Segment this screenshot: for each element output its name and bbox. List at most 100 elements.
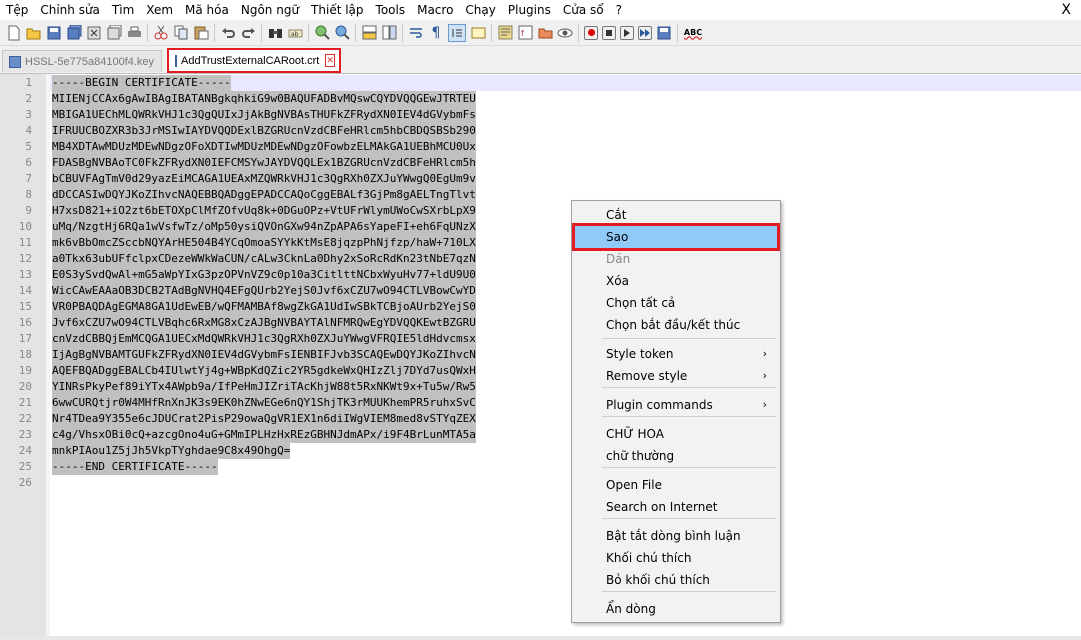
editor-line[interactable]: 10 uMq/NzgtHj6RQa1wVsfwTz/oMp50ysiQVOnGXw… [0, 219, 1081, 235]
menu-settings[interactable]: Thiết lập [305, 0, 369, 20]
ctx-item-block-uncomment[interactable]: Bỏ khối chú thích [575, 569, 777, 591]
ctx-item-style-token[interactable]: Style token › [575, 343, 777, 365]
ctx-item-label: Xóa [606, 274, 629, 288]
editor-line[interactable]: 15 VR0PBAQDAgEGMA8GA1UdEwEB/wQFMAMBAf8wgZ… [0, 299, 1081, 315]
copy-icon[interactable] [173, 25, 189, 41]
editor-line[interactable]: 22 Nr4TDea9Y355e6cJDUCrat2PisP29owaQgVR1E… [0, 411, 1081, 427]
menu-search[interactable]: Tìm [106, 0, 140, 20]
stop-record-icon[interactable] [602, 25, 616, 40]
editor-line[interactable]: 8 dDCCASIwDQYJKoZIhvcNAQEBBQADggEPADCCAQo… [0, 187, 1081, 203]
editor-line[interactable]: 18 IjAgBgNVBAMTGUFkZFRydXN0IEV4dGVybmFsIE… [0, 347, 1081, 363]
show-all-chars-icon[interactable]: ¶ [428, 25, 444, 41]
menu-edit[interactable]: Chỉnh sửa [34, 0, 106, 20]
save-all-icon[interactable] [66, 25, 82, 41]
ctx-item-select-begin-end[interactable]: Chọn bắt đầu/kết thúc [575, 314, 777, 336]
open-file-icon[interactable] [26, 25, 42, 41]
ctx-item-delete[interactable]: Xóa [575, 270, 777, 292]
zoom-in-icon[interactable] [314, 25, 330, 41]
word-wrap-icon[interactable] [408, 25, 424, 41]
ctx-item-label: Cắt [606, 208, 627, 222]
ctx-item-search-internet[interactable]: Search on Internet [575, 496, 777, 518]
editor-line[interactable]: 21 6wwCURQtjr0W4MHfRnXnJK3s9EK0hZNwEGe6nQ… [0, 395, 1081, 411]
menu-help[interactable]: ? [610, 0, 628, 20]
editor-line[interactable]: 4 IFRUUCBOZXR3b3JrMSIwIAYDVQQDExlBZGRUcnV… [0, 123, 1081, 139]
editor-line[interactable]: 17 cnVzdCBBQjEmMCQGA1UECxMdQWRkVHJ1c3QgRX… [0, 331, 1081, 347]
editor-line[interactable]: 12 a0Tkx63ubUFfclpxCDezeWWkWaCUN/cALw3Ckn… [0, 251, 1081, 267]
menu-language[interactable]: Ngôn ngữ [235, 0, 305, 20]
ctx-item-hide-lines[interactable]: Ẩn dòng [575, 598, 777, 620]
editor-area[interactable]: 1 -----BEGIN CERTIFICATE----- 2 MIIENjCCAx6… [0, 74, 1081, 636]
ctx-item-cut[interactable]: Cắt [575, 204, 777, 226]
editor-line[interactable]: 26 [0, 475, 1081, 491]
menu-macro[interactable]: Macro [411, 0, 459, 20]
find-icon[interactable] [267, 25, 283, 41]
menu-file[interactable]: Tệp [0, 0, 34, 20]
ctx-item-copy[interactable]: Sao [572, 223, 780, 251]
tab-hssl-key[interactable]: HSSL-5e775a84100f4.key [2, 50, 162, 72]
editor-line[interactable]: 6 FDASBgNVBAoTC0FkZFRydXN0IEFCMSYwJAYDVQQ… [0, 155, 1081, 171]
editor-line[interactable]: 23 c4g/VhsxOBi0cQ+azcgOno4uG+GMmIPLHzHxRE… [0, 427, 1081, 443]
menu-window[interactable]: Cửa sổ [557, 0, 610, 20]
record-macro-icon[interactable] [584, 25, 598, 40]
new-file-icon[interactable] [6, 25, 22, 41]
editor-line[interactable]: 2 MIIENjCCAx6gAwIBAgIBATANBgkqhkiG9w0BAQU… [0, 91, 1081, 107]
ctx-item-lowercase[interactable]: chữ thường [575, 445, 777, 467]
close-window-button[interactable]: X [1061, 0, 1071, 20]
play-macro-icon[interactable] [620, 25, 634, 40]
user-language-icon[interactable] [470, 25, 486, 41]
ctx-item-uppercase[interactable]: CHỮ HOA [575, 423, 777, 445]
line-text: MIIENjCCAx6gAwIBAgIBATANBgkqhkiG9w0BAQUF… [52, 91, 476, 107]
paste-icon[interactable] [193, 25, 209, 41]
close-all-icon[interactable] [106, 25, 122, 41]
ctx-item-toggle-comment[interactable]: Bật tắt dòng bình luận [575, 525, 777, 547]
editor-line[interactable]: 19 AQEFBQADggEBALCb4IUlwtYj4g+WBpKdQZic2Y… [0, 363, 1081, 379]
redo-icon[interactable] [240, 25, 256, 41]
ctx-item-open-file[interactable]: Open File [575, 474, 777, 496]
editor-line[interactable]: 3 MBIGA1UEChMLQWRkVHJ1c3QgQUIxJjAkBgNVBAs… [0, 107, 1081, 123]
editor-line[interactable]: 14 WicCAwEAAaOB3DCB2TAdBgNVHQ4EFgQUrb2Yej… [0, 283, 1081, 299]
ctx-item-select-all[interactable]: Chọn tất cả [575, 292, 777, 314]
editor-line[interactable]: 16 Jvf6xCZU7wO94CTLVBqhc6RxMG8xCzAJBgNVBA… [0, 315, 1081, 331]
menu-run[interactable]: Chạy [459, 0, 501, 20]
ctx-item-block-comment[interactable]: Khối chú thích [575, 547, 777, 569]
editor-line[interactable]: 24 mnkPIAou1Z5jJh5VkpTYghdae9C8x49OhgQ= [0, 443, 1081, 459]
tab-addtrust-crt[interactable]: AddTrustExternalCARoot.crt ✕ [167, 48, 341, 73]
editor-line[interactable]: 7 bCBUVFAgTmV0d29yazEiMCAGA1UEAxMZQWRkVHJ… [0, 171, 1081, 187]
svg-text:f: f [521, 29, 524, 38]
save-macro-icon[interactable] [656, 25, 672, 41]
spell-check-icon[interactable]: ABC [683, 25, 703, 41]
indent-guide-icon[interactable] [448, 23, 466, 42]
play-multiple-icon[interactable] [638, 25, 652, 40]
sync-horizontal-icon[interactable] [381, 25, 397, 41]
menu-plugins[interactable]: Plugins [502, 0, 557, 20]
menu-encoding[interactable]: Mã hóa [179, 0, 235, 20]
ctx-item-paste[interactable]: Dán [575, 248, 777, 270]
editor-line[interactable]: 25 -----END CERTIFICATE----- [0, 459, 1081, 475]
replace-icon[interactable]: ab [287, 25, 303, 41]
print-icon[interactable] [126, 25, 142, 41]
menu-tools[interactable]: Tools [370, 0, 412, 20]
save-icon[interactable] [46, 25, 62, 41]
tab-close-icon[interactable]: ✕ [325, 54, 335, 67]
ctx-item-remove-style[interactable]: Remove style › [575, 365, 777, 387]
menu-separator [602, 518, 776, 519]
function-list-icon[interactable]: f [517, 25, 533, 41]
line-text: mnkPIAou1Z5jJh5VkpTYghdae9C8x49OhgQ= [52, 443, 291, 459]
folder-workspace-icon[interactable] [537, 25, 553, 41]
editor-line[interactable]: 1 -----BEGIN CERTIFICATE----- [0, 75, 1081, 91]
sync-vertical-icon[interactable] [361, 25, 377, 41]
undo-icon[interactable] [220, 25, 236, 41]
close-icon[interactable] [86, 25, 102, 41]
doc-map-icon[interactable] [497, 25, 513, 41]
editor-line[interactable]: 20 YINRsPkyPef89iYTx4AWpb9a/IfPeHmJIZriTA… [0, 379, 1081, 395]
editor-line[interactable]: 13 E0S3ySvdQwAl+mG5aWpYIxG3pzOPVnVZ9c0p10… [0, 267, 1081, 283]
editor-line[interactable]: 5 MB4XDTAwMDUzMDEwNDgzOFoXDTIwMDUzMDEwNDg… [0, 139, 1081, 155]
monitoring-icon[interactable] [557, 25, 573, 41]
line-number: 5 [25, 140, 32, 153]
menu-view[interactable]: Xem [140, 0, 179, 20]
ctx-item-plugin-commands[interactable]: Plugin commands › [575, 394, 777, 416]
zoom-out-icon[interactable] [334, 25, 350, 41]
editor-line[interactable]: 9 H7xsD821+iO2zt6bETOXpClMfZOfvUq8k+0DGuO… [0, 203, 1081, 219]
cut-icon[interactable] [153, 25, 169, 41]
editor-line[interactable]: 11 mk6vBbOmcZSccbNQYArHE504B4YCqOmoaSYYkK… [0, 235, 1081, 251]
